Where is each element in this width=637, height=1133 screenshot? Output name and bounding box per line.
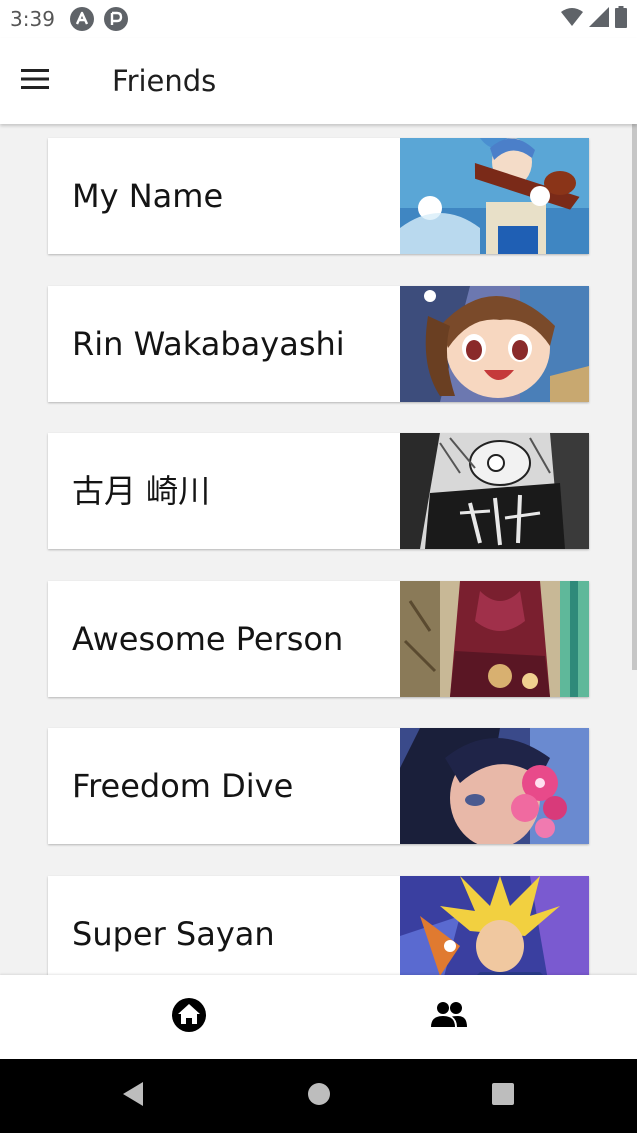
friend-name: 古月 崎川 [72,472,211,510]
friend-card-freedom-dive[interactable]: Freedom Dive [48,728,589,844]
super-saiyan-art [400,876,589,975]
friend-name: Super Sayan [72,915,275,953]
recents-button[interactable] [488,1081,518,1111]
bottom-nav [0,975,637,1059]
home-icon [171,997,207,1038]
friends-list[interactable]: My Name Rin Wakabayashi 古月 崎川 Awesome Pe… [0,124,637,975]
hamburger-menu-icon [21,68,49,95]
a-app-icon [70,7,94,31]
anime-violinist-art [400,138,589,254]
status-icons [561,5,627,33]
people-icon [430,1001,468,1034]
friend-name: Awesome Person [72,620,344,658]
friend-card-rin-wakabayashi[interactable]: Rin Wakabayashi [48,286,589,402]
back-icon [121,1081,145,1112]
status-time: 3:39 [10,7,55,31]
girl-with-flowers-art [400,728,589,844]
home-system-button[interactable] [304,1081,334,1111]
friend-card-awesome-person[interactable]: Awesome Person [48,581,589,697]
friend-card-my-name[interactable]: My Name [48,138,589,254]
status-bar: 3:39 [0,0,637,38]
back-button[interactable] [118,1081,148,1111]
battery-icon [615,5,627,33]
friend-name: Freedom Dive [72,767,294,805]
wifi-icon [561,7,583,32]
friend-name: Rin Wakabayashi [72,325,345,363]
scroll-indicator[interactable] [632,124,637,670]
system-nav-bar [0,1059,637,1133]
home-circle-icon [307,1082,331,1111]
nav-friends-button[interactable] [290,975,608,1059]
page-title: Friends [112,64,217,98]
signal-icon [589,6,609,32]
friend-card-super-sayan[interactable]: Super Sayan [48,876,589,975]
friends-screen: 3:39 Friends My Name Rin Wakabayashi 古月 … [0,0,637,1133]
friend-card-guyue[interactable]: 古月 崎川 [48,433,589,549]
recents-icon [491,1082,515,1111]
kimono-figure-art [400,581,589,697]
friend-name: My Name [72,177,224,215]
app-bar: Friends [0,38,637,124]
anime-girl-smiling-art [400,286,589,402]
manga-sketch-art [400,433,589,549]
menu-button[interactable] [14,60,56,102]
p-app-icon [104,7,128,31]
